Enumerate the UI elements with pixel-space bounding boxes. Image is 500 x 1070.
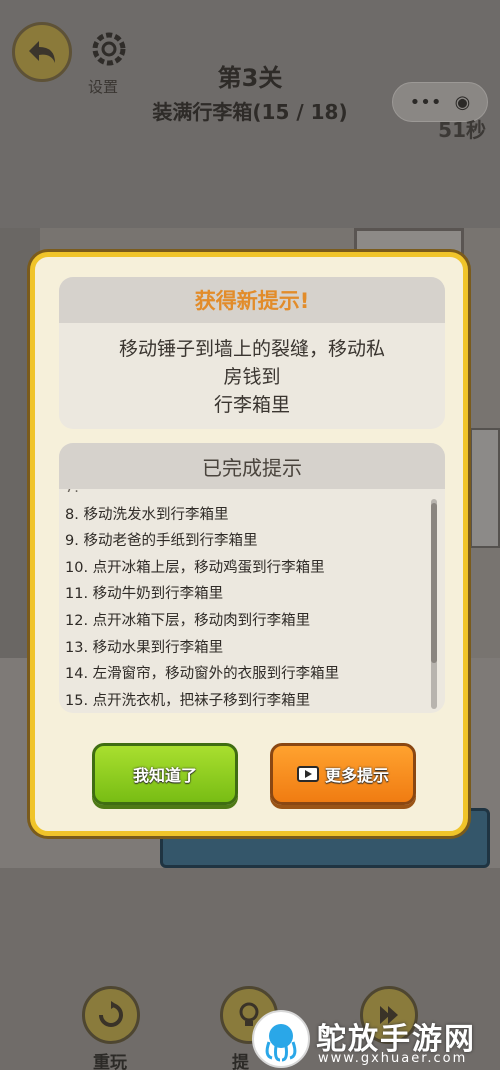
more-hints-button[interactable]: 更多提示 bbox=[270, 743, 416, 805]
completed-hints-title: 已完成提示 bbox=[202, 455, 302, 480]
completed-hints-header: 已完成提示 bbox=[59, 443, 445, 489]
hint-dialog: 获得新提示! 移动锤子到墙上的裂缝，移动私 房钱到 行李箱里 已完成提示 7. … bbox=[30, 252, 468, 836]
close-target-icon[interactable]: ◉ bbox=[455, 92, 471, 113]
new-hint-text: 移动锤子到墙上的裂缝，移动私 房钱到 行李箱里 bbox=[59, 323, 445, 429]
list-item: 11. 移动牛奶到行李箱里 bbox=[65, 586, 224, 603]
timer: 51秒 bbox=[438, 118, 486, 142]
replay-button[interactable] bbox=[82, 986, 140, 1044]
list-item: 13. 移动水果到行李箱里 bbox=[65, 639, 224, 656]
list-item: 8. 移动洗发水到行李箱里 bbox=[65, 506, 229, 523]
hint-label: 提 bbox=[232, 1053, 249, 1070]
got-it-label: 我知道了 bbox=[132, 766, 197, 785]
new-hint-line: 移动锤子到墙上的裂缝，移动私 bbox=[118, 338, 385, 360]
new-hint-card: 获得新提示! 移动锤子到墙上的裂缝，移动私 房钱到 行李箱里 bbox=[59, 277, 445, 429]
game-header: 设置 第3关 装满行李箱(15 / 18) ••• ◉ 51秒 bbox=[0, 0, 500, 228]
completed-hints-card: 已完成提示 7. ····························· 8… bbox=[59, 443, 445, 713]
more-options-icon[interactable]: ••• bbox=[410, 92, 442, 113]
list-item: 10. 点开冰箱上层，移动鸡蛋到行李箱里 bbox=[65, 559, 325, 576]
new-hint-line: 行李箱里 bbox=[213, 394, 290, 416]
completed-hints-list[interactable]: 7. ····························· 8. 移动洗发… bbox=[59, 489, 445, 713]
list-item: 9. 移动老爸的手纸到行李箱里 bbox=[65, 533, 258, 550]
replay-label: 重玩 bbox=[93, 1053, 127, 1070]
list-scrollbar-thumb[interactable] bbox=[431, 503, 437, 663]
watermark-logo-icon bbox=[252, 1010, 310, 1068]
list-item: 7. ····························· bbox=[59, 489, 445, 502]
new-hint-title: 获得新提示! bbox=[194, 289, 310, 313]
list-item: 15. 点开洗衣机，把袜子移到行李箱里 bbox=[65, 692, 311, 709]
new-hint-header: 获得新提示! bbox=[59, 277, 445, 323]
more-hints-label: 更多提示 bbox=[324, 766, 389, 785]
got-it-button[interactable]: 我知道了 bbox=[92, 743, 238, 805]
video-icon bbox=[296, 766, 319, 782]
new-hint-line: 房钱到 bbox=[223, 366, 281, 388]
list-item: 12. 点开冰箱下层，移动肉到行李箱里 bbox=[65, 612, 311, 629]
list-item: 14. 左滑窗帘，移动窗外的衣服到行李箱里 bbox=[65, 666, 340, 683]
replay-icon bbox=[99, 1001, 123, 1027]
watermark-url: www.gxhuaer.com bbox=[318, 1051, 468, 1066]
scene-washer bbox=[470, 428, 500, 548]
